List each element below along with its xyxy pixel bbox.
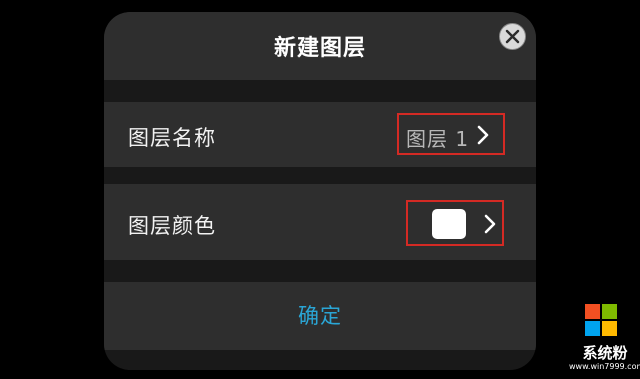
chevron-right-icon	[484, 214, 496, 234]
layer-color-value-highlight[interactable]	[406, 200, 504, 246]
watermark-brand: 系统粉	[582, 344, 628, 362]
confirm-button[interactable]: 确定	[104, 300, 536, 330]
color-swatch[interactable]	[432, 209, 466, 239]
close-button[interactable]	[499, 23, 526, 50]
dialog-title: 新建图层	[273, 36, 366, 61]
layer-name-value-highlight[interactable]: 图层 1	[397, 113, 505, 155]
windows-logo-icon	[585, 304, 617, 336]
close-icon	[505, 29, 520, 44]
layer-name-value: 图层 1	[406, 127, 470, 151]
dialog-header: 新建图层	[104, 12, 536, 80]
screen: 新建图层 图层名称 图层 1 图层颜色 确定 系统粉 www.win7999.c…	[0, 0, 640, 379]
new-layer-dialog: 新建图层 图层名称 图层 1 图层颜色 确定	[104, 12, 536, 370]
chevron-right-icon	[477, 125, 489, 145]
layer-color-label: 图层颜色	[128, 214, 216, 238]
layer-name-label: 图层名称	[128, 126, 216, 150]
layer-color-row[interactable]: 图层颜色	[104, 184, 536, 260]
watermark: 系统粉 www.win7999.com	[569, 302, 640, 379]
confirm-row: 确定	[104, 282, 536, 350]
layer-name-row[interactable]: 图层名称 图层 1	[104, 102, 536, 167]
watermark-url: www.win7999.com	[569, 362, 640, 371]
